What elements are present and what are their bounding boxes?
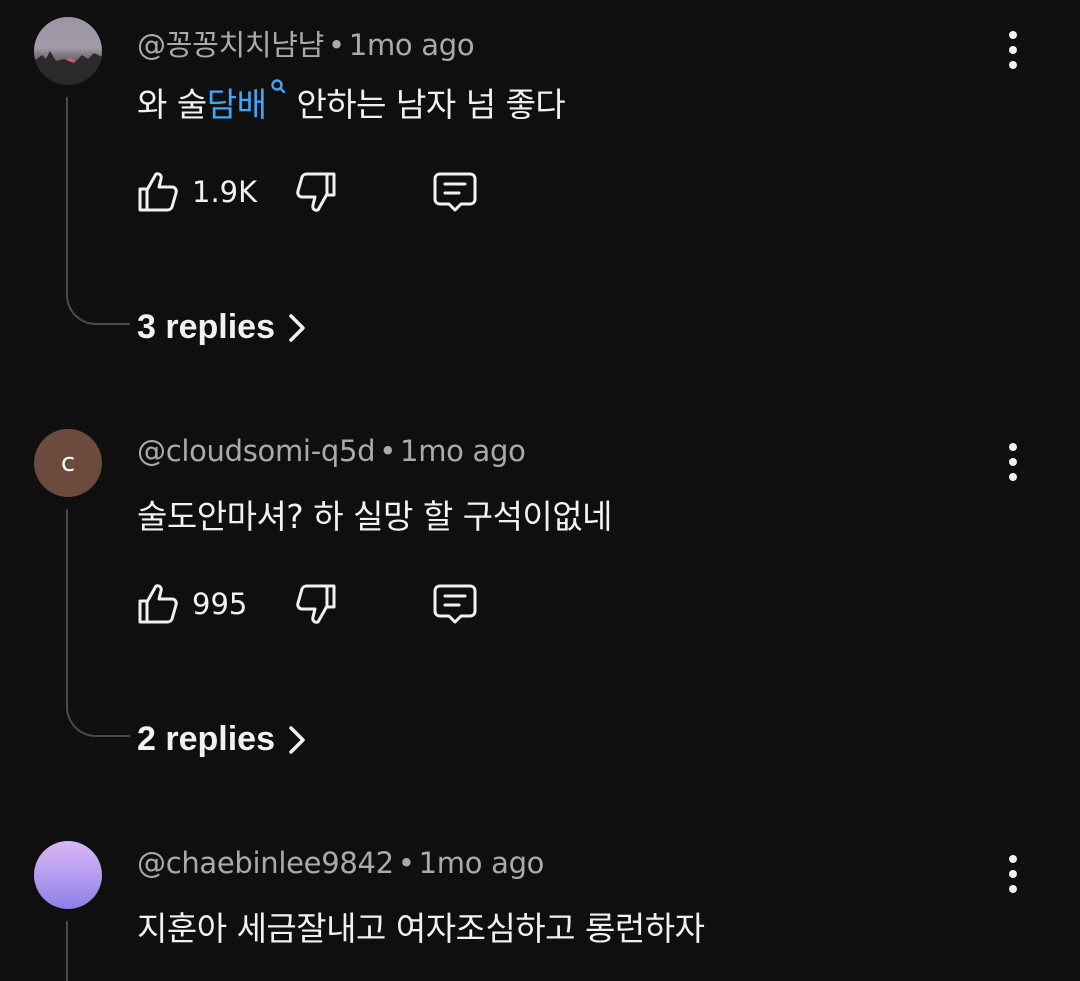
avatar[interactable] <box>34 841 102 909</box>
reply-button[interactable] <box>430 167 480 217</box>
comment-time: 1mo ago <box>400 434 526 468</box>
comment-meta: @cloudsomi-q5d • 1mo ago <box>137 434 526 468</box>
author-handle[interactable]: @chaebinlee9842 <box>137 846 394 880</box>
reply-button[interactable] <box>430 579 480 629</box>
comment-time: 1mo ago <box>418 846 545 880</box>
comment-time: 1mo ago <box>348 28 475 62</box>
avatar-image <box>34 51 102 85</box>
thumbs-up-icon <box>134 580 182 628</box>
replies-label: 3 replies <box>137 308 275 346</box>
thread-line <box>66 97 130 325</box>
comment-item: @꽁꽁치치냠냠 • 1mo ago 와 술담배 안하는 남자 넘 좋다 1.9K 3… <box>0 0 1080 400</box>
like-button[interactable]: 1.9K <box>134 167 257 217</box>
thumbs-down-icon <box>292 580 340 628</box>
meta-separator: • <box>327 28 345 62</box>
more-actions-button[interactable] <box>996 26 1030 74</box>
comment-text-suffix: 안하는 남자 넘 좋다 <box>286 85 566 124</box>
avatar[interactable]: c <box>34 429 102 497</box>
comment-text: 와 술담배 안하는 남자 넘 좋다 <box>137 78 566 126</box>
thumbs-up-icon <box>134 168 182 216</box>
reply-comment-icon <box>430 580 480 628</box>
chevron-right-icon <box>287 312 307 344</box>
like-count: 995 <box>192 587 248 621</box>
comment-text: 지훈아 세금잘내고 여자조심하고 롱런하자 <box>137 909 705 948</box>
dislike-button[interactable] <box>292 579 340 629</box>
more-vertical-icon <box>1007 854 1019 894</box>
more-vertical-icon <box>1007 442 1019 482</box>
comment-meta: @꽁꽁치치냠냠 • 1mo ago <box>137 22 475 64</box>
comment-text: 술도안마셔? 하 실망 할 구석이없네 <box>137 497 613 536</box>
comment-text-prefix: 와 술 <box>137 85 207 124</box>
search-link[interactable]: 담배 <box>206 79 287 124</box>
chevron-right-icon <box>287 724 307 756</box>
thumbs-down-icon <box>292 168 340 216</box>
avatar[interactable] <box>34 17 102 85</box>
search-icon <box>271 79 286 94</box>
like-button[interactable]: 995 <box>134 579 247 629</box>
view-replies-button[interactable]: 2 replies <box>137 720 307 759</box>
search-link-label: 담배 <box>206 85 267 124</box>
meta-separator: • <box>379 434 397 468</box>
dislike-button[interactable] <box>292 167 340 217</box>
meta-separator: • <box>397 846 415 880</box>
more-actions-button[interactable] <box>996 850 1030 898</box>
more-actions-button[interactable] <box>996 438 1030 486</box>
thread-line <box>66 509 130 737</box>
comment-actions: 995 <box>134 579 534 629</box>
comment-item: c @cloudsomi-q5d • 1mo ago 술도안마셔? 하 실망 할 구… <box>0 412 1080 812</box>
view-replies-button[interactable]: 3 replies <box>137 308 307 347</box>
reply-comment-icon <box>430 168 480 216</box>
thread-line <box>66 921 130 981</box>
more-vertical-icon <box>1007 30 1019 70</box>
author-handle[interactable]: @꽁꽁치치냠냠 <box>137 28 324 62</box>
comment-meta: @chaebinlee9842 • 1mo ago <box>137 846 544 880</box>
author-handle[interactable]: @cloudsomi-q5d <box>137 434 376 468</box>
like-count: 1.9K <box>192 175 258 209</box>
replies-label: 2 replies <box>137 720 275 758</box>
comment-actions: 1.9K <box>134 167 534 217</box>
comment-item: @chaebinlee9842 • 1mo ago 지훈아 세금잘내고 여자조심하고… <box>0 824 1080 981</box>
avatar-letter: c <box>60 448 76 478</box>
